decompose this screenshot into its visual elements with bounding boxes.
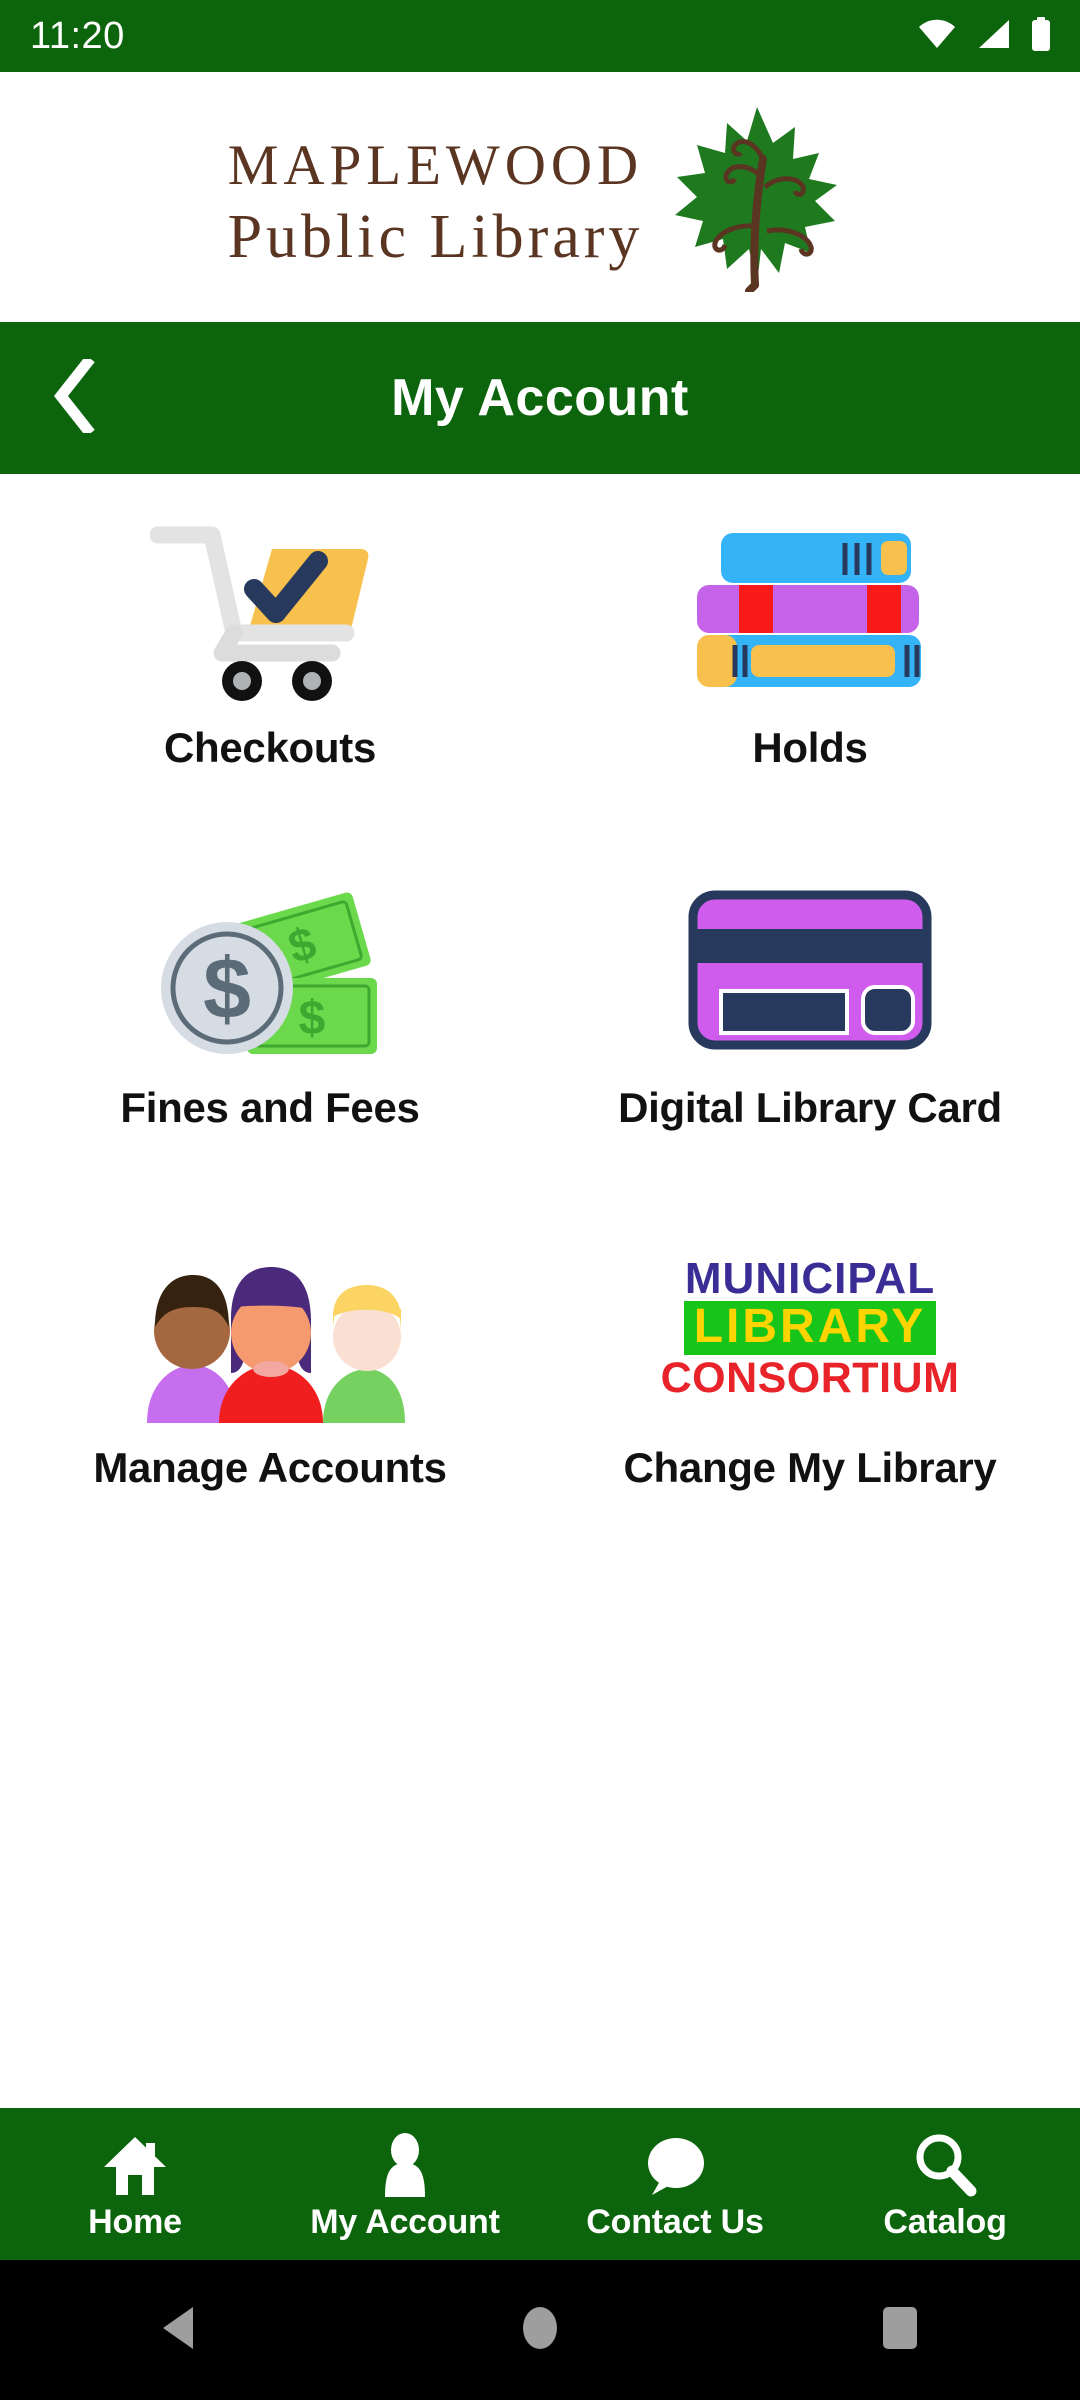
tile-digital-library-card[interactable]: Digital Library Card: [540, 860, 1080, 1220]
android-home-circle-icon: [520, 2305, 560, 2356]
mlc-line-municipal: MUNICIPAL: [684, 1253, 936, 1303]
person-icon: [377, 2132, 433, 2197]
tile-label: Manage Accounts: [93, 1444, 447, 1491]
back-chevron-icon: [51, 354, 95, 438]
tile-checkouts[interactable]: Checkouts: [0, 500, 540, 860]
three-people-icon: [0, 1228, 540, 1428]
wifi-icon: [918, 19, 956, 54]
svg-text:$: $: [203, 941, 251, 1037]
book-stack-icon: [540, 508, 1080, 708]
status-bar: 11:20: [0, 0, 1080, 72]
tab-home[interactable]: Home: [0, 2108, 270, 2260]
tile-label: Fines and Fees: [120, 1084, 420, 1131]
tab-contact-us[interactable]: Contact Us: [540, 2108, 810, 2260]
tab-catalog[interactable]: Catalog: [810, 2108, 1080, 2260]
library-card-icon: [540, 868, 1080, 1068]
tile-holds[interactable]: Holds: [540, 500, 1080, 860]
page-title: My Account: [391, 369, 689, 427]
android-home-button[interactable]: [480, 2260, 600, 2400]
municipal-library-consortium-logo: MUNICIPAL LIBRARY CONSORTIUM: [540, 1228, 1080, 1428]
android-back-triangle-icon: [159, 2305, 201, 2356]
mlc-line-library: LIBRARY: [683, 1300, 937, 1355]
android-system-nav: [0, 2260, 1080, 2400]
android-recents-button[interactable]: [840, 2260, 960, 2400]
android-back-button[interactable]: [120, 2260, 240, 2400]
back-button[interactable]: [34, 354, 112, 440]
tab-label: Catalog: [883, 2202, 1007, 2241]
tile-label: Digital Library Card: [618, 1084, 1002, 1131]
title-bar: My Account: [0, 322, 1080, 474]
tile-change-my-library[interactable]: MUNICIPAL LIBRARY CONSORTIUM Change My L…: [540, 1220, 1080, 1580]
account-options-grid: Checkouts Holds $ $ $ Fines and Fees Dig…: [0, 474, 1080, 1580]
bottom-tab-bar: Home My Account Contact Us Catalog: [0, 2108, 1080, 2260]
battery-icon: [1030, 16, 1052, 56]
tile-manage-accounts[interactable]: Manage Accounts: [0, 1220, 540, 1580]
tile-fines-and-fees[interactable]: $ $ $ Fines and Fees: [0, 860, 540, 1220]
android-recents-square-icon: [878, 2305, 922, 2356]
mlc-line-consortium: CONSORTIUM: [660, 1353, 960, 1402]
coin-and-cash-icon: $ $ $: [0, 868, 540, 1068]
tab-my-account[interactable]: My Account: [270, 2108, 540, 2260]
status-icons: [918, 16, 1052, 56]
shopping-cart-check-icon: [0, 508, 540, 708]
brand-name-line1: Maplewood: [227, 111, 644, 203]
svg-text:$: $: [299, 992, 326, 1045]
tile-label: Holds: [752, 724, 868, 771]
maple-leaf-icon: [669, 97, 844, 297]
brand-name-line2: Public Library: [227, 203, 644, 272]
home-icon: [102, 2135, 168, 2197]
brand-header: Maplewood Public Library: [0, 72, 1080, 322]
tab-label: Contact Us: [586, 2202, 764, 2241]
app-screen: 11:20 Maplewood: [0, 0, 1080, 2400]
tile-label: Change My Library: [623, 1444, 997, 1491]
speech-bubble-icon: [642, 2135, 708, 2197]
status-clock: 11:20: [30, 14, 125, 57]
cellular-signal-icon: [976, 19, 1010, 54]
tab-label: My Account: [310, 2202, 500, 2241]
tile-label: Checkouts: [163, 724, 377, 771]
tab-label: Home: [88, 2202, 182, 2241]
search-magnifier-icon: [913, 2134, 977, 2197]
